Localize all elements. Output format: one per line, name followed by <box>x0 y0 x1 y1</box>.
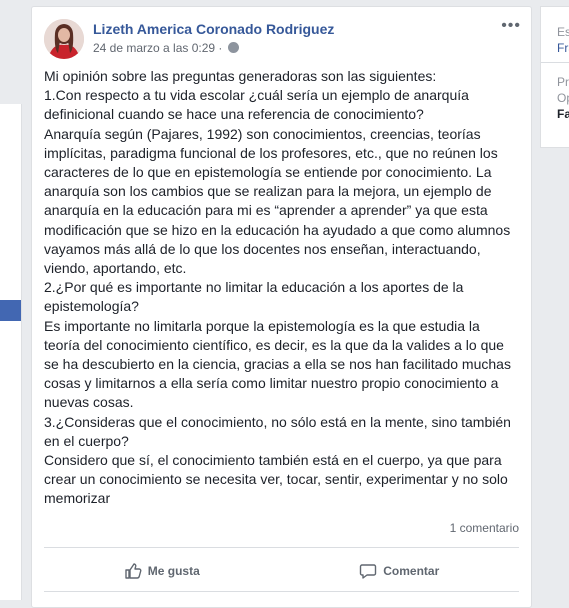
comment-label: Comentar <box>383 564 440 578</box>
like-button[interactable]: Me gusta <box>124 562 200 580</box>
author-avatar[interactable] <box>44 19 84 59</box>
divider <box>44 591 519 592</box>
avatar-image <box>44 19 84 59</box>
post-actions: Me gusta Comentar <box>44 555 519 587</box>
post-meta: 24 de marzo a las 0:29 · <box>93 41 239 55</box>
divider <box>541 62 569 63</box>
thumbs-up-icon <box>125 563 142 579</box>
right-sidebar-text: Op <box>557 91 569 105</box>
comments-count-link[interactable]: 1 comentario <box>450 521 519 535</box>
globe-icon[interactable] <box>227 42 239 53</box>
left-column-button[interactable] <box>0 300 21 321</box>
author-name[interactable]: Lizeth America Coronado Rodriguez <box>93 21 334 37</box>
right-sidebar-text: Pr <box>557 75 569 89</box>
post-timestamp[interactable]: 24 de marzo a las 0:29 <box>93 41 215 55</box>
post-card: Lizeth America Coronado Rodriguez 24 de … <box>31 6 532 608</box>
comment-button[interactable]: Comentar <box>359 562 439 580</box>
divider <box>44 547 519 548</box>
left-column-card <box>0 104 22 600</box>
post-body: Mi opinión sobre las preguntas generador… <box>44 68 511 507</box>
right-sidebar-card: Es Fra Pr Op Fa <box>540 6 569 148</box>
comment-icon <box>360 564 377 579</box>
right-sidebar-text: Es <box>557 25 569 39</box>
like-label: Me gusta <box>147 564 200 578</box>
right-sidebar-link[interactable]: Fra <box>557 41 569 55</box>
meta-separator: · <box>218 41 223 55</box>
right-sidebar-link[interactable]: Fa <box>557 107 569 121</box>
post-options-button[interactable]: ••• <box>501 17 521 35</box>
